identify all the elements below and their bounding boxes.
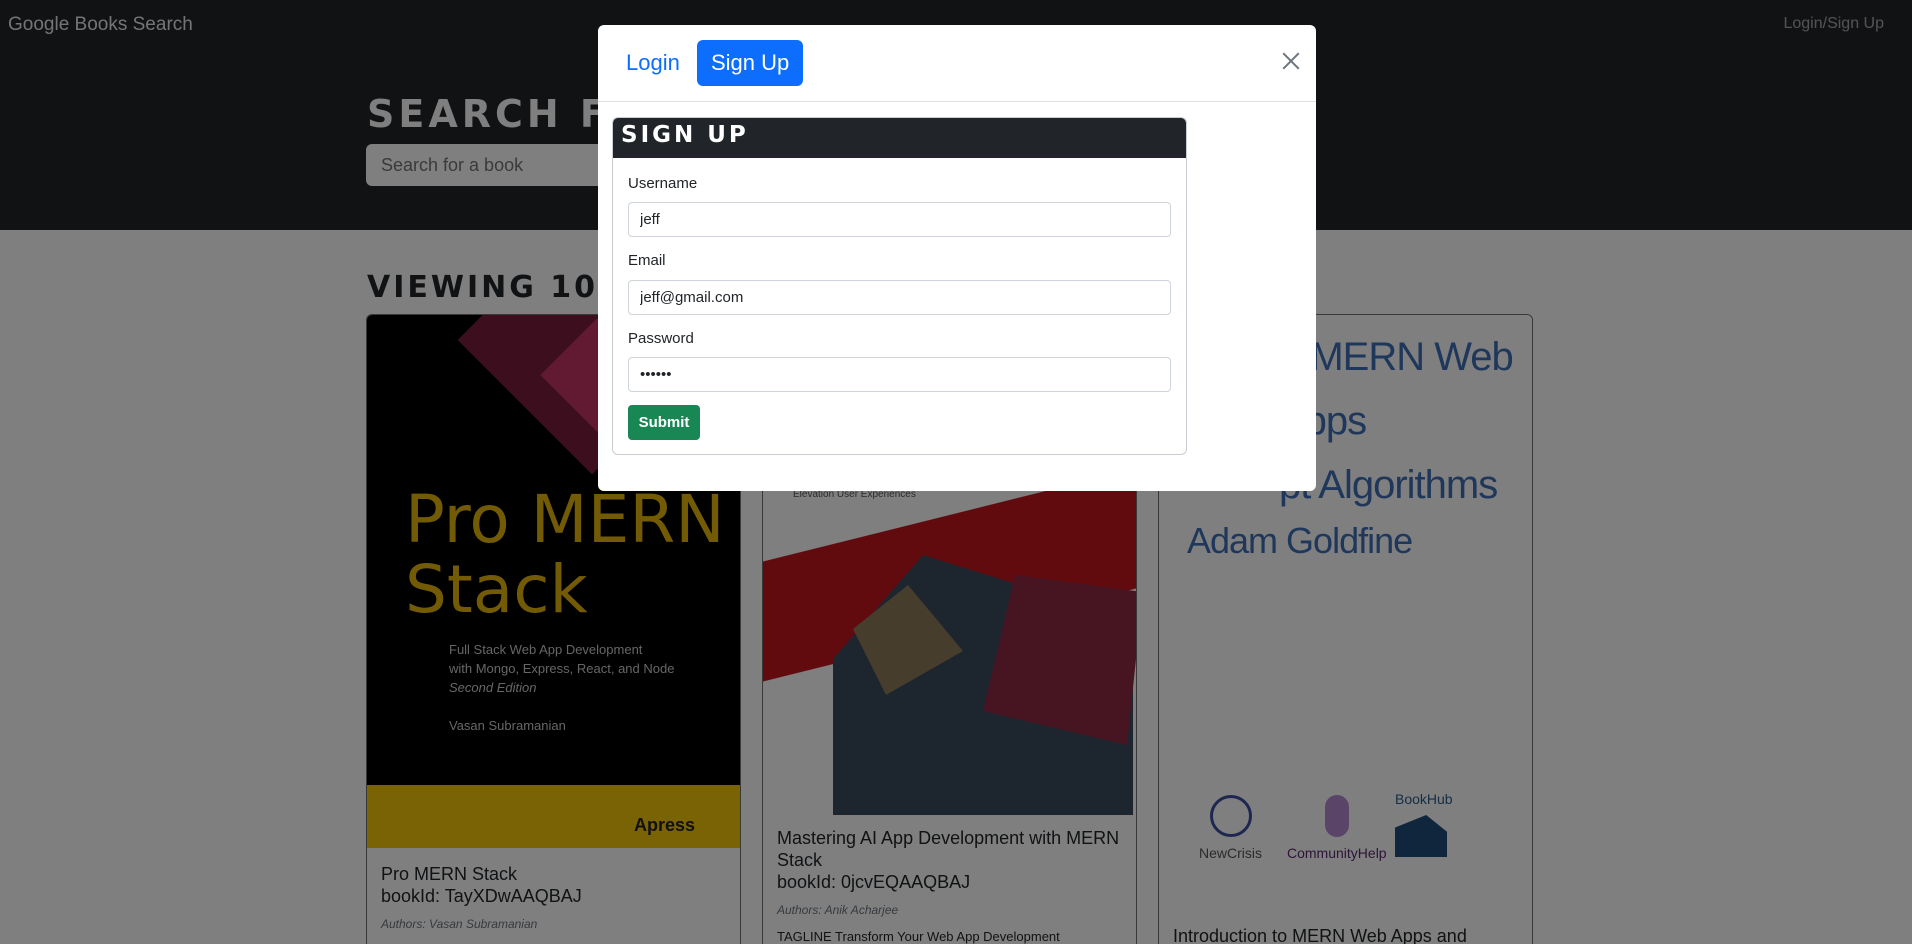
close-icon[interactable] [1280, 50, 1302, 72]
username-field[interactable] [628, 202, 1171, 237]
email-field[interactable] [628, 280, 1171, 315]
username-label: Username [628, 175, 698, 192]
tab-signup[interactable]: Sign Up [697, 40, 804, 86]
submit-button[interactable]: Submit [628, 405, 700, 440]
auth-modal: Login Sign Up SIGN UP Username Email Pas… [598, 25, 1316, 491]
modal-header: Login Sign Up [598, 25, 1316, 102]
password-field[interactable] [628, 357, 1171, 392]
form-heading: SIGN UP [613, 118, 1186, 158]
tab-login[interactable]: Login [612, 40, 694, 86]
password-label: Password [628, 330, 694, 347]
signup-form: SIGN UP Username Email Password Submit [612, 117, 1187, 455]
email-label: Email [628, 252, 666, 269]
